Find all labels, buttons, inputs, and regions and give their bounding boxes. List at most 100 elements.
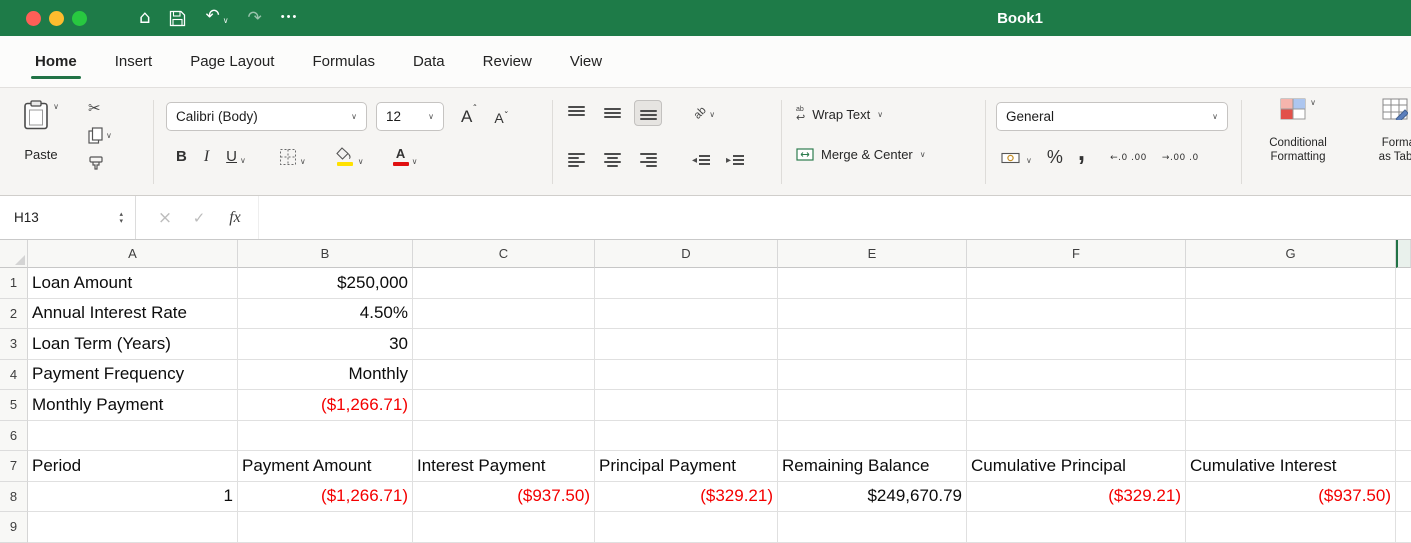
cell-B3[interactable]: 30: [238, 329, 413, 360]
cell-A1[interactable]: Loan Amount: [28, 268, 238, 299]
format-painter-icon[interactable]: [88, 155, 104, 171]
borders-button[interactable]: ∨: [279, 148, 306, 166]
cell-D9[interactable]: [595, 512, 778, 543]
cell-C4[interactable]: [413, 360, 595, 391]
cell-A4[interactable]: Payment Frequency: [28, 360, 238, 391]
decrease-decimal-icon[interactable]: →.00 .0: [1162, 153, 1199, 163]
cell-G8[interactable]: ($937.50): [1186, 482, 1396, 513]
cell-D6[interactable]: [595, 421, 778, 452]
tab-review[interactable]: Review: [464, 36, 551, 87]
cell-C3[interactable]: [413, 329, 595, 360]
decrease-font-size-button[interactable]: Aˇ: [494, 108, 508, 126]
cell-H8-partial[interactable]: [1396, 482, 1411, 513]
font-color-button[interactable]: A ∨: [393, 147, 418, 166]
cell-D5[interactable]: [595, 390, 778, 421]
underline-dropdown-icon[interactable]: ∨: [240, 156, 246, 165]
cell-H6-partial[interactable]: [1396, 421, 1411, 452]
cut-icon[interactable]: ✂: [88, 100, 101, 116]
format-as-table-button[interactable]: ∨ Format as Table: [1350, 98, 1411, 164]
cell-C8[interactable]: ($937.50): [413, 482, 595, 513]
cell-A6[interactable]: [28, 421, 238, 452]
percent-style-icon[interactable]: %: [1047, 147, 1063, 168]
cell-G4[interactable]: [1186, 360, 1396, 391]
row-header-6[interactable]: 6: [0, 421, 28, 452]
row-header-2[interactable]: 2: [0, 299, 28, 330]
cell-A7[interactable]: Period: [28, 451, 238, 482]
cell-F1[interactable]: [967, 268, 1186, 299]
confirm-icon[interactable]: ✓: [188, 209, 210, 227]
cell-F9[interactable]: [967, 512, 1186, 543]
paste-button[interactable]: ∨ Paste: [8, 96, 74, 188]
cell-H2-partial[interactable]: [1396, 299, 1411, 330]
cell-G5[interactable]: [1186, 390, 1396, 421]
row-header-3[interactable]: 3: [0, 329, 28, 360]
column-header-C[interactable]: C: [413, 240, 595, 268]
minimize-window-button[interactable]: [49, 11, 64, 26]
cell-F6[interactable]: [967, 421, 1186, 452]
align-bottom-button[interactable]: [634, 100, 662, 126]
cell-E7[interactable]: Remaining Balance: [778, 451, 967, 482]
cell-G7[interactable]: Cumulative Interest: [1186, 451, 1396, 482]
column-header-E[interactable]: E: [778, 240, 967, 268]
cell-C7[interactable]: Interest Payment: [413, 451, 595, 482]
cell-G3[interactable]: [1186, 329, 1396, 360]
cell-A9[interactable]: [28, 512, 238, 543]
name-box-stepper[interactable]: ▴▾: [119, 211, 123, 225]
column-header-H-partial[interactable]: [1396, 240, 1411, 268]
cell-H1-partial[interactable]: [1396, 268, 1411, 299]
increase-indent-icon[interactable]: ▸: [726, 154, 744, 166]
copy-button[interactable]: ∨: [88, 127, 112, 144]
increase-decimal-icon[interactable]: ←.0 .00: [1110, 153, 1147, 163]
cell-E2[interactable]: [778, 299, 967, 330]
tab-home[interactable]: Home: [16, 36, 96, 87]
bold-button[interactable]: B: [176, 148, 187, 165]
tab-page-layout[interactable]: Page Layout: [171, 36, 293, 87]
cell-G6[interactable]: [1186, 421, 1396, 452]
redo-button[interactable]: ↷: [248, 9, 262, 27]
column-header-D[interactable]: D: [595, 240, 778, 268]
accounting-format-button[interactable]: ∨: [1001, 151, 1032, 165]
cell-B9[interactable]: [238, 512, 413, 543]
align-left-button[interactable]: [562, 147, 590, 173]
cell-B2[interactable]: 4.50%: [238, 299, 413, 330]
cell-B5[interactable]: ($1,266.71): [238, 390, 413, 421]
cell-H3-partial[interactable]: [1396, 329, 1411, 360]
cell-F5[interactable]: [967, 390, 1186, 421]
cell-B8[interactable]: ($1,266.71): [238, 482, 413, 513]
cell-H9-partial[interactable]: [1396, 512, 1411, 543]
cell-F8[interactable]: ($329.21): [967, 482, 1186, 513]
cell-B7[interactable]: Payment Amount: [238, 451, 413, 482]
align-center-button[interactable]: [598, 147, 626, 173]
fill-color-button[interactable]: ∨: [335, 147, 364, 166]
row-header-7[interactable]: 7: [0, 451, 28, 482]
undo-dropdown-icon[interactable]: ∨: [223, 12, 229, 30]
cell-C2[interactable]: [413, 299, 595, 330]
align-top-button[interactable]: [562, 100, 590, 126]
cell-D2[interactable]: [595, 299, 778, 330]
underline-button[interactable]: U ∨: [226, 148, 246, 165]
undo-button[interactable]: ↶ ∨: [205, 7, 228, 30]
font-size-select[interactable]: 12 ∨: [376, 102, 444, 131]
cell-G9[interactable]: [1186, 512, 1396, 543]
tab-insert[interactable]: Insert: [96, 36, 172, 87]
align-middle-button[interactable]: [598, 100, 626, 126]
more-commands-icon[interactable]: •••: [281, 8, 299, 26]
align-right-button[interactable]: [634, 147, 662, 173]
cell-F3[interactable]: [967, 329, 1186, 360]
cell-A5[interactable]: Monthly Payment: [28, 390, 238, 421]
cell-G1[interactable]: [1186, 268, 1396, 299]
conditional-formatting-button[interactable]: ∨ Conditional Formatting: [1248, 98, 1348, 164]
cell-C6[interactable]: [413, 421, 595, 452]
row-header-4[interactable]: 4: [0, 360, 28, 391]
cancel-icon[interactable]: ×: [154, 208, 176, 228]
cell-C1[interactable]: [413, 268, 595, 299]
column-header-F[interactable]: F: [967, 240, 1186, 268]
cell-E4[interactable]: [778, 360, 967, 391]
cell-C9[interactable]: [413, 512, 595, 543]
cell-G2[interactable]: [1186, 299, 1396, 330]
wrap-text-button[interactable]: ab ↩ Wrap Text ∨: [796, 106, 883, 122]
merge-center-button[interactable]: Merge & Center ∨: [796, 147, 926, 162]
insert-function-icon[interactable]: fx: [222, 209, 248, 227]
tab-formulas[interactable]: Formulas: [293, 36, 394, 87]
cell-A8[interactable]: 1: [28, 482, 238, 513]
